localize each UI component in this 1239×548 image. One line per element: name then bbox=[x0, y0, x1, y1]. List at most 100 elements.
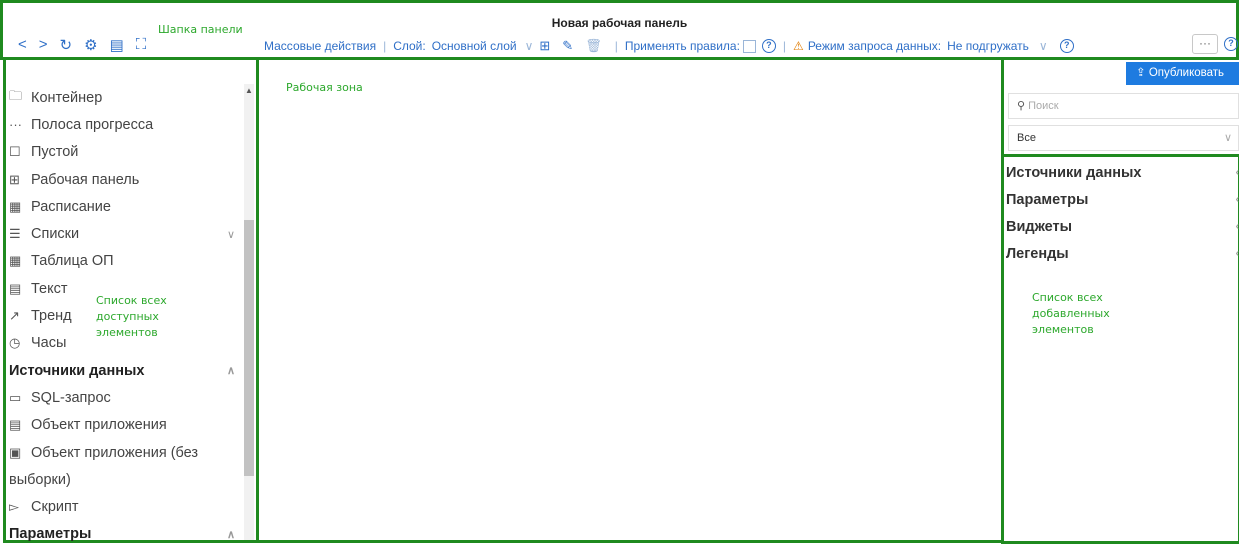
list-icon: ☰ bbox=[9, 226, 21, 242]
chevron-up-icon[interactable]: ∧ bbox=[227, 528, 235, 541]
caret-icon[interactable]: ‹ bbox=[1236, 167, 1239, 178]
list-item-label: Объект приложения bbox=[31, 417, 167, 434]
trend-icon: ↗ bbox=[9, 308, 20, 324]
scrollbar[interactable]: ▲ bbox=[244, 84, 254, 540]
section-legends[interactable]: Легенды ‹ bbox=[1006, 240, 1239, 267]
list-item[interactable]: ☐ Пустой bbox=[9, 139, 239, 166]
caret-icon[interactable]: ‹ bbox=[1236, 194, 1239, 205]
list-item[interactable]: ▻ Скрипт bbox=[9, 493, 239, 520]
more-button[interactable]: ··· bbox=[1192, 34, 1218, 54]
section-header-params[interactable]: Параметры ∧ bbox=[9, 521, 239, 548]
add-layer-icon[interactable]: ⊞ bbox=[539, 38, 550, 54]
text-icon: ▤ bbox=[9, 280, 22, 296]
list-item-label: Пустой bbox=[31, 144, 79, 161]
dashboard-icon: ⊞ bbox=[9, 171, 20, 187]
search-placeholder: Поиск bbox=[1028, 100, 1059, 112]
list-item-label: Списки bbox=[31, 226, 80, 243]
script-icon: ▻ bbox=[9, 499, 19, 515]
caret-icon[interactable]: ‹ bbox=[1236, 221, 1239, 232]
edit-icon[interactable]: ✎ bbox=[562, 38, 573, 54]
publish-label: Опубликовать bbox=[1148, 67, 1225, 79]
publish-button[interactable]: ⇪ Опубликовать bbox=[1126, 62, 1239, 85]
chevron-down-icon: ∨ bbox=[1223, 132, 1232, 144]
section-title: Параметры bbox=[1006, 191, 1089, 208]
sql-icon: ▭ bbox=[9, 389, 22, 405]
list-item-continuation[interactable]: выборки) bbox=[9, 466, 239, 493]
chevron-up-icon[interactable]: ∧ bbox=[227, 364, 235, 377]
schedule-icon: ▦ bbox=[9, 198, 22, 214]
list-item[interactable]: ▭ SQL-запрос bbox=[9, 384, 239, 411]
container-icon: 🗀 bbox=[9, 87, 23, 103]
header-nav: < > ↻ ⚙ ▤ ⛶ bbox=[18, 36, 146, 54]
app-object-icon: ▤ bbox=[9, 417, 22, 433]
scroll-up-icon[interactable]: ▲ bbox=[245, 86, 253, 95]
help-icon[interactable]: ? bbox=[761, 39, 776, 53]
layer-select[interactable]: Основной слой bbox=[432, 39, 517, 53]
help-icon[interactable]: ? bbox=[1059, 39, 1074, 53]
list-item[interactable]: ▦ Таблица ОП bbox=[9, 248, 239, 275]
list-item-label: Таблица ОП bbox=[31, 253, 114, 270]
list-item[interactable]: 🗀 Контейнер bbox=[9, 84, 239, 111]
work-area-annotation: Рабочая зона bbox=[286, 81, 363, 94]
left-annotation: Список всех доступных элементов bbox=[96, 294, 167, 339]
list-item[interactable]: ▣ Объект приложения (без bbox=[9, 439, 239, 466]
section-widgets[interactable]: Виджеты ‹ bbox=[1006, 213, 1239, 240]
chevron-down-icon[interactable]: ∨ bbox=[1039, 39, 1048, 53]
section-title: Источники данных bbox=[1006, 164, 1142, 181]
right-annotation: Список всех добавленных элементов bbox=[1032, 291, 1110, 336]
filter-select[interactable]: Все ∨ bbox=[1008, 125, 1239, 151]
upload-icon: ⇪ bbox=[1136, 67, 1149, 79]
list-item-label: выборки) bbox=[9, 471, 71, 488]
history-icon[interactable]: ↻ bbox=[60, 36, 73, 54]
chevron-down-icon[interactable]: ∨ bbox=[525, 39, 534, 53]
caret-icon[interactable]: ‹ bbox=[1236, 248, 1239, 259]
search-input[interactable]: ⚲ Поиск bbox=[1008, 93, 1239, 119]
back-icon[interactable]: < bbox=[18, 36, 27, 54]
empty-icon: ☐ bbox=[9, 144, 21, 160]
list-item-label: Текст bbox=[31, 280, 68, 297]
search-icon: ⚲ bbox=[1017, 100, 1029, 112]
list-item-label: Контейнер bbox=[31, 89, 103, 106]
chevron-down-icon[interactable]: ∨ bbox=[227, 228, 235, 241]
list-item-label: Тренд bbox=[31, 308, 72, 325]
section-params[interactable]: Параметры ‹ bbox=[1006, 186, 1239, 213]
page-title: Новая рабочая панель bbox=[551, 16, 688, 30]
list-item[interactable]: ☰ Списки ∨ bbox=[9, 220, 239, 247]
list-item-label: Полоса прогресса bbox=[31, 116, 154, 133]
layer-label: Слой: bbox=[393, 39, 426, 53]
section-title: Виджеты bbox=[1006, 218, 1073, 235]
fullscreen-icon[interactable]: ⛶ bbox=[136, 36, 147, 54]
forward-icon[interactable]: > bbox=[39, 36, 48, 54]
notebook-icon[interactable]: ▤ bbox=[110, 36, 124, 54]
list-item[interactable]: ▤ Объект приложения bbox=[9, 412, 239, 439]
list-item-label: SQL-запрос bbox=[31, 389, 111, 406]
list-item-label: Часы bbox=[31, 335, 67, 352]
list-item[interactable]: ··· Полоса прогресса bbox=[9, 111, 239, 138]
warning-icon: ⚠ bbox=[793, 39, 804, 53]
apply-rules-label: Применять правила: bbox=[624, 39, 740, 53]
section-header-sources[interactable]: Источники данных ∧ bbox=[9, 357, 239, 384]
toolbar: Массовые действия | Слой: Основной слой … bbox=[264, 38, 1074, 54]
scroll-thumb[interactable] bbox=[244, 220, 254, 476]
apply-rules-checkbox[interactable] bbox=[742, 39, 756, 53]
list-item-label: Рабочая панель bbox=[31, 171, 140, 188]
help-icon[interactable]: ? bbox=[1224, 37, 1238, 51]
list-item[interactable]: ▦ Расписание bbox=[9, 193, 239, 220]
work-area-outline bbox=[256, 57, 1004, 543]
list-item[interactable]: ⊞ Рабочая панель bbox=[9, 166, 239, 193]
separator: | bbox=[782, 39, 787, 53]
trash-icon[interactable]: 🗑 bbox=[585, 38, 602, 54]
query-mode-select[interactable]: Не подгружать bbox=[947, 39, 1029, 53]
separator: | bbox=[614, 39, 618, 53]
progress-bar-icon: ··· bbox=[9, 117, 22, 133]
clock-icon: ◷ bbox=[9, 335, 21, 351]
section-sources[interactable]: Источники данных ‹ bbox=[1006, 159, 1239, 186]
added-elements: Источники данных ‹ Параметры ‹ Виджеты ‹ Ле… bbox=[1006, 159, 1239, 267]
app-object-noselect-icon: ▣ bbox=[9, 444, 22, 460]
section-title: Легенды bbox=[1006, 245, 1069, 262]
list-item-label: Скрипт bbox=[31, 499, 79, 516]
settings-icon[interactable]: ⚙ bbox=[84, 36, 97, 54]
bulk-actions-button[interactable]: Массовые действия bbox=[264, 39, 376, 53]
list-item-label: Объект приложения (без bbox=[31, 444, 199, 461]
separator: | bbox=[383, 39, 387, 53]
